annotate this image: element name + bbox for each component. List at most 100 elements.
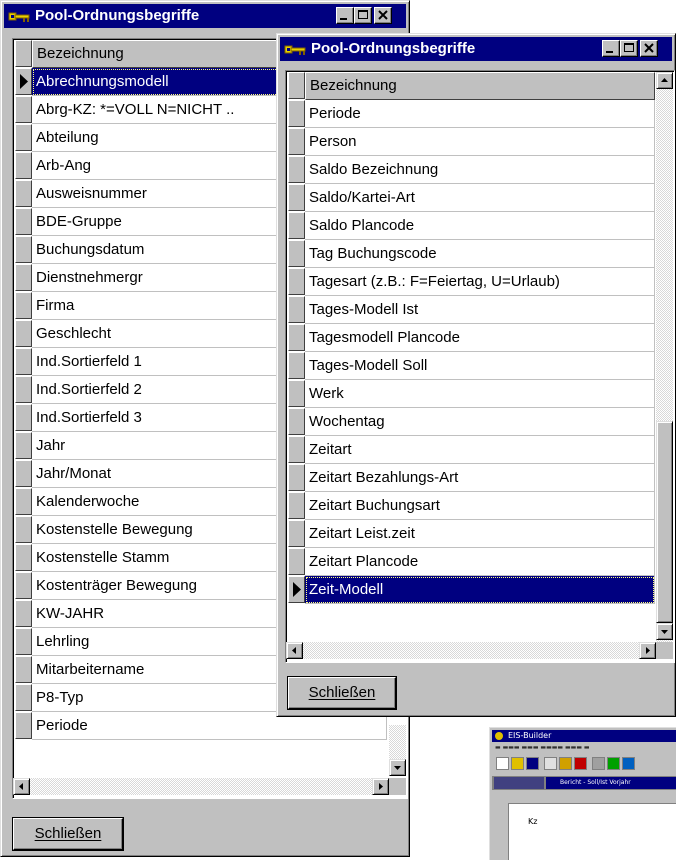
search-icon[interactable] xyxy=(559,757,572,770)
table-row[interactable]: Zeitart xyxy=(286,436,655,464)
row-selector[interactable] xyxy=(15,572,32,599)
row-selector[interactable] xyxy=(15,124,32,151)
eis-tab-inactive[interactable] xyxy=(494,777,544,789)
front-scroll-down-button[interactable] xyxy=(656,623,673,640)
save-icon[interactable] xyxy=(526,757,539,770)
row-selector[interactable] xyxy=(288,576,305,603)
table-row[interactable]: Saldo Plancode xyxy=(286,212,655,240)
table-row[interactable]: Tages-Modell Soll xyxy=(286,352,655,380)
table-cell[interactable]: Person xyxy=(305,128,655,156)
row-selector[interactable] xyxy=(288,296,305,323)
row-selector[interactable] xyxy=(15,600,32,627)
table-row[interactable]: Wochentag xyxy=(286,408,655,436)
row-selector[interactable] xyxy=(288,128,305,155)
table-row[interactable]: Tagesmodell Plancode xyxy=(286,324,655,352)
table-cell[interactable]: Tag Buchungscode xyxy=(305,240,655,268)
back-minimize-button[interactable] xyxy=(336,7,354,24)
front-scroll-thumb[interactable] xyxy=(656,421,673,623)
front-column-header[interactable]: Bezeichnung xyxy=(305,72,655,100)
new-icon[interactable] xyxy=(496,757,509,770)
chart-icon[interactable] xyxy=(574,757,587,770)
table-cell[interactable]: Zeitart xyxy=(305,436,655,464)
eis-tab-report[interactable]: Bericht - Soll/Ist Vorjahr xyxy=(546,777,676,789)
row-selector[interactable] xyxy=(288,184,305,211)
back-scroll-down-button[interactable] xyxy=(389,759,406,776)
row-selector[interactable] xyxy=(15,96,32,123)
row-selector[interactable] xyxy=(288,380,305,407)
row-selector[interactable] xyxy=(15,628,32,655)
row-selector[interactable] xyxy=(288,212,305,239)
back-close-button[interactable] xyxy=(374,7,392,24)
row-selector[interactable] xyxy=(15,684,32,711)
row-selector[interactable] xyxy=(15,432,32,459)
front-maximize-button[interactable] xyxy=(620,40,638,57)
row-selector[interactable] xyxy=(15,488,32,515)
table-row[interactable]: Zeitart Bezahlungs-Art xyxy=(286,464,655,492)
open-icon[interactable] xyxy=(511,757,524,770)
table-cell[interactable]: Tagesart (z.B.: F=Feiertag, U=Urlaub) xyxy=(305,268,655,296)
front-scroll-right-button[interactable] xyxy=(639,642,656,659)
table-cell[interactable]: Zeitart Leist.zeit xyxy=(305,520,655,548)
info-icon[interactable] xyxy=(622,757,635,770)
row-selector[interactable] xyxy=(288,156,305,183)
row-selector[interactable] xyxy=(288,520,305,547)
back-close-dialog-button[interactable]: Schließen xyxy=(13,818,123,850)
table-cell[interactable]: Zeitart Plancode xyxy=(305,548,655,576)
table-cell[interactable]: Periode xyxy=(305,100,655,128)
table-row[interactable]: Werk xyxy=(286,380,655,408)
row-selector[interactable] xyxy=(15,460,32,487)
row-selector[interactable] xyxy=(15,152,32,179)
row-selector[interactable] xyxy=(15,292,32,319)
row-selector[interactable] xyxy=(288,492,305,519)
row-selector[interactable] xyxy=(15,68,32,95)
print-icon[interactable] xyxy=(544,757,557,770)
table-row[interactable]: Zeitart Buchungsart xyxy=(286,492,655,520)
row-selector[interactable] xyxy=(15,656,32,683)
row-selector[interactable] xyxy=(288,100,305,127)
table-cell[interactable]: Tages-Modell Ist xyxy=(305,296,655,324)
table-row[interactable]: Zeitart Plancode xyxy=(286,548,655,576)
row-selector[interactable] xyxy=(288,324,305,351)
row-selector[interactable] xyxy=(15,208,32,235)
table-cell[interactable]: Tagesmodell Plancode xyxy=(305,324,655,352)
row-selector[interactable] xyxy=(288,464,305,491)
row-selector[interactable] xyxy=(288,268,305,295)
eis-sheet-grid[interactable]: Kz xyxy=(492,791,676,860)
row-selector[interactable] xyxy=(15,180,32,207)
table-row[interactable]: Zeitart Leist.zeit xyxy=(286,520,655,548)
table-row[interactable]: Tag Buchungscode xyxy=(286,240,655,268)
front-scroll-left-button[interactable] xyxy=(286,642,303,659)
row-selector[interactable] xyxy=(288,408,305,435)
tool-icon[interactable] xyxy=(592,757,605,770)
table-cell[interactable]: Zeitart Bezahlungs-Art xyxy=(305,464,655,492)
table-cell[interactable]: Saldo Plancode xyxy=(305,212,655,240)
row-selector[interactable] xyxy=(15,544,32,571)
table-cell[interactable]: Saldo Bezeichnung xyxy=(305,156,655,184)
front-scroll-up-button[interactable] xyxy=(656,72,673,89)
table-row[interactable]: Saldo Bezeichnung xyxy=(286,156,655,184)
eis-builder-window[interactable]: EIS-Builder ▬ ▬▬▬ ▬▬▬ ▬▬▬▬ ▬▬▬ ▬ Bericht… xyxy=(489,727,676,860)
table-row[interactable]: Tages-Modell Ist xyxy=(286,296,655,324)
table-row[interactable]: Zeit-Modell xyxy=(286,576,655,604)
front-close-dialog-button[interactable]: Schließen xyxy=(288,677,396,709)
row-selector[interactable] xyxy=(15,236,32,263)
table-cell[interactable]: Wochentag xyxy=(305,408,655,436)
row-selector[interactable] xyxy=(288,548,305,575)
row-selector[interactable] xyxy=(15,376,32,403)
front-close-button[interactable] xyxy=(640,40,658,57)
table-cell[interactable]: Werk xyxy=(305,380,655,408)
table-cell[interactable]: Saldo/Kartei-Art xyxy=(305,184,655,212)
add-icon[interactable] xyxy=(607,757,620,770)
back-horizontal-scrollbar[interactable] xyxy=(13,778,389,795)
row-selector[interactable] xyxy=(288,352,305,379)
row-selector[interactable] xyxy=(15,348,32,375)
table-cell[interactable]: Tages-Modell Soll xyxy=(305,352,655,380)
table-row[interactable]: Saldo/Kartei-Art xyxy=(286,184,655,212)
row-selector[interactable] xyxy=(15,264,32,291)
front-window-titlebar[interactable]: Pool-Ordnungsbegriffe xyxy=(280,37,672,61)
back-scroll-right-button[interactable] xyxy=(372,778,389,795)
back-window-titlebar[interactable]: Pool-Ordnungsbegriffe xyxy=(4,4,406,28)
table-row[interactable]: Tagesart (z.B.: F=Feiertag, U=Urlaub) xyxy=(286,268,655,296)
table-cell[interactable]: Zeitart Buchungsart xyxy=(305,492,655,520)
row-selector[interactable] xyxy=(15,320,32,347)
